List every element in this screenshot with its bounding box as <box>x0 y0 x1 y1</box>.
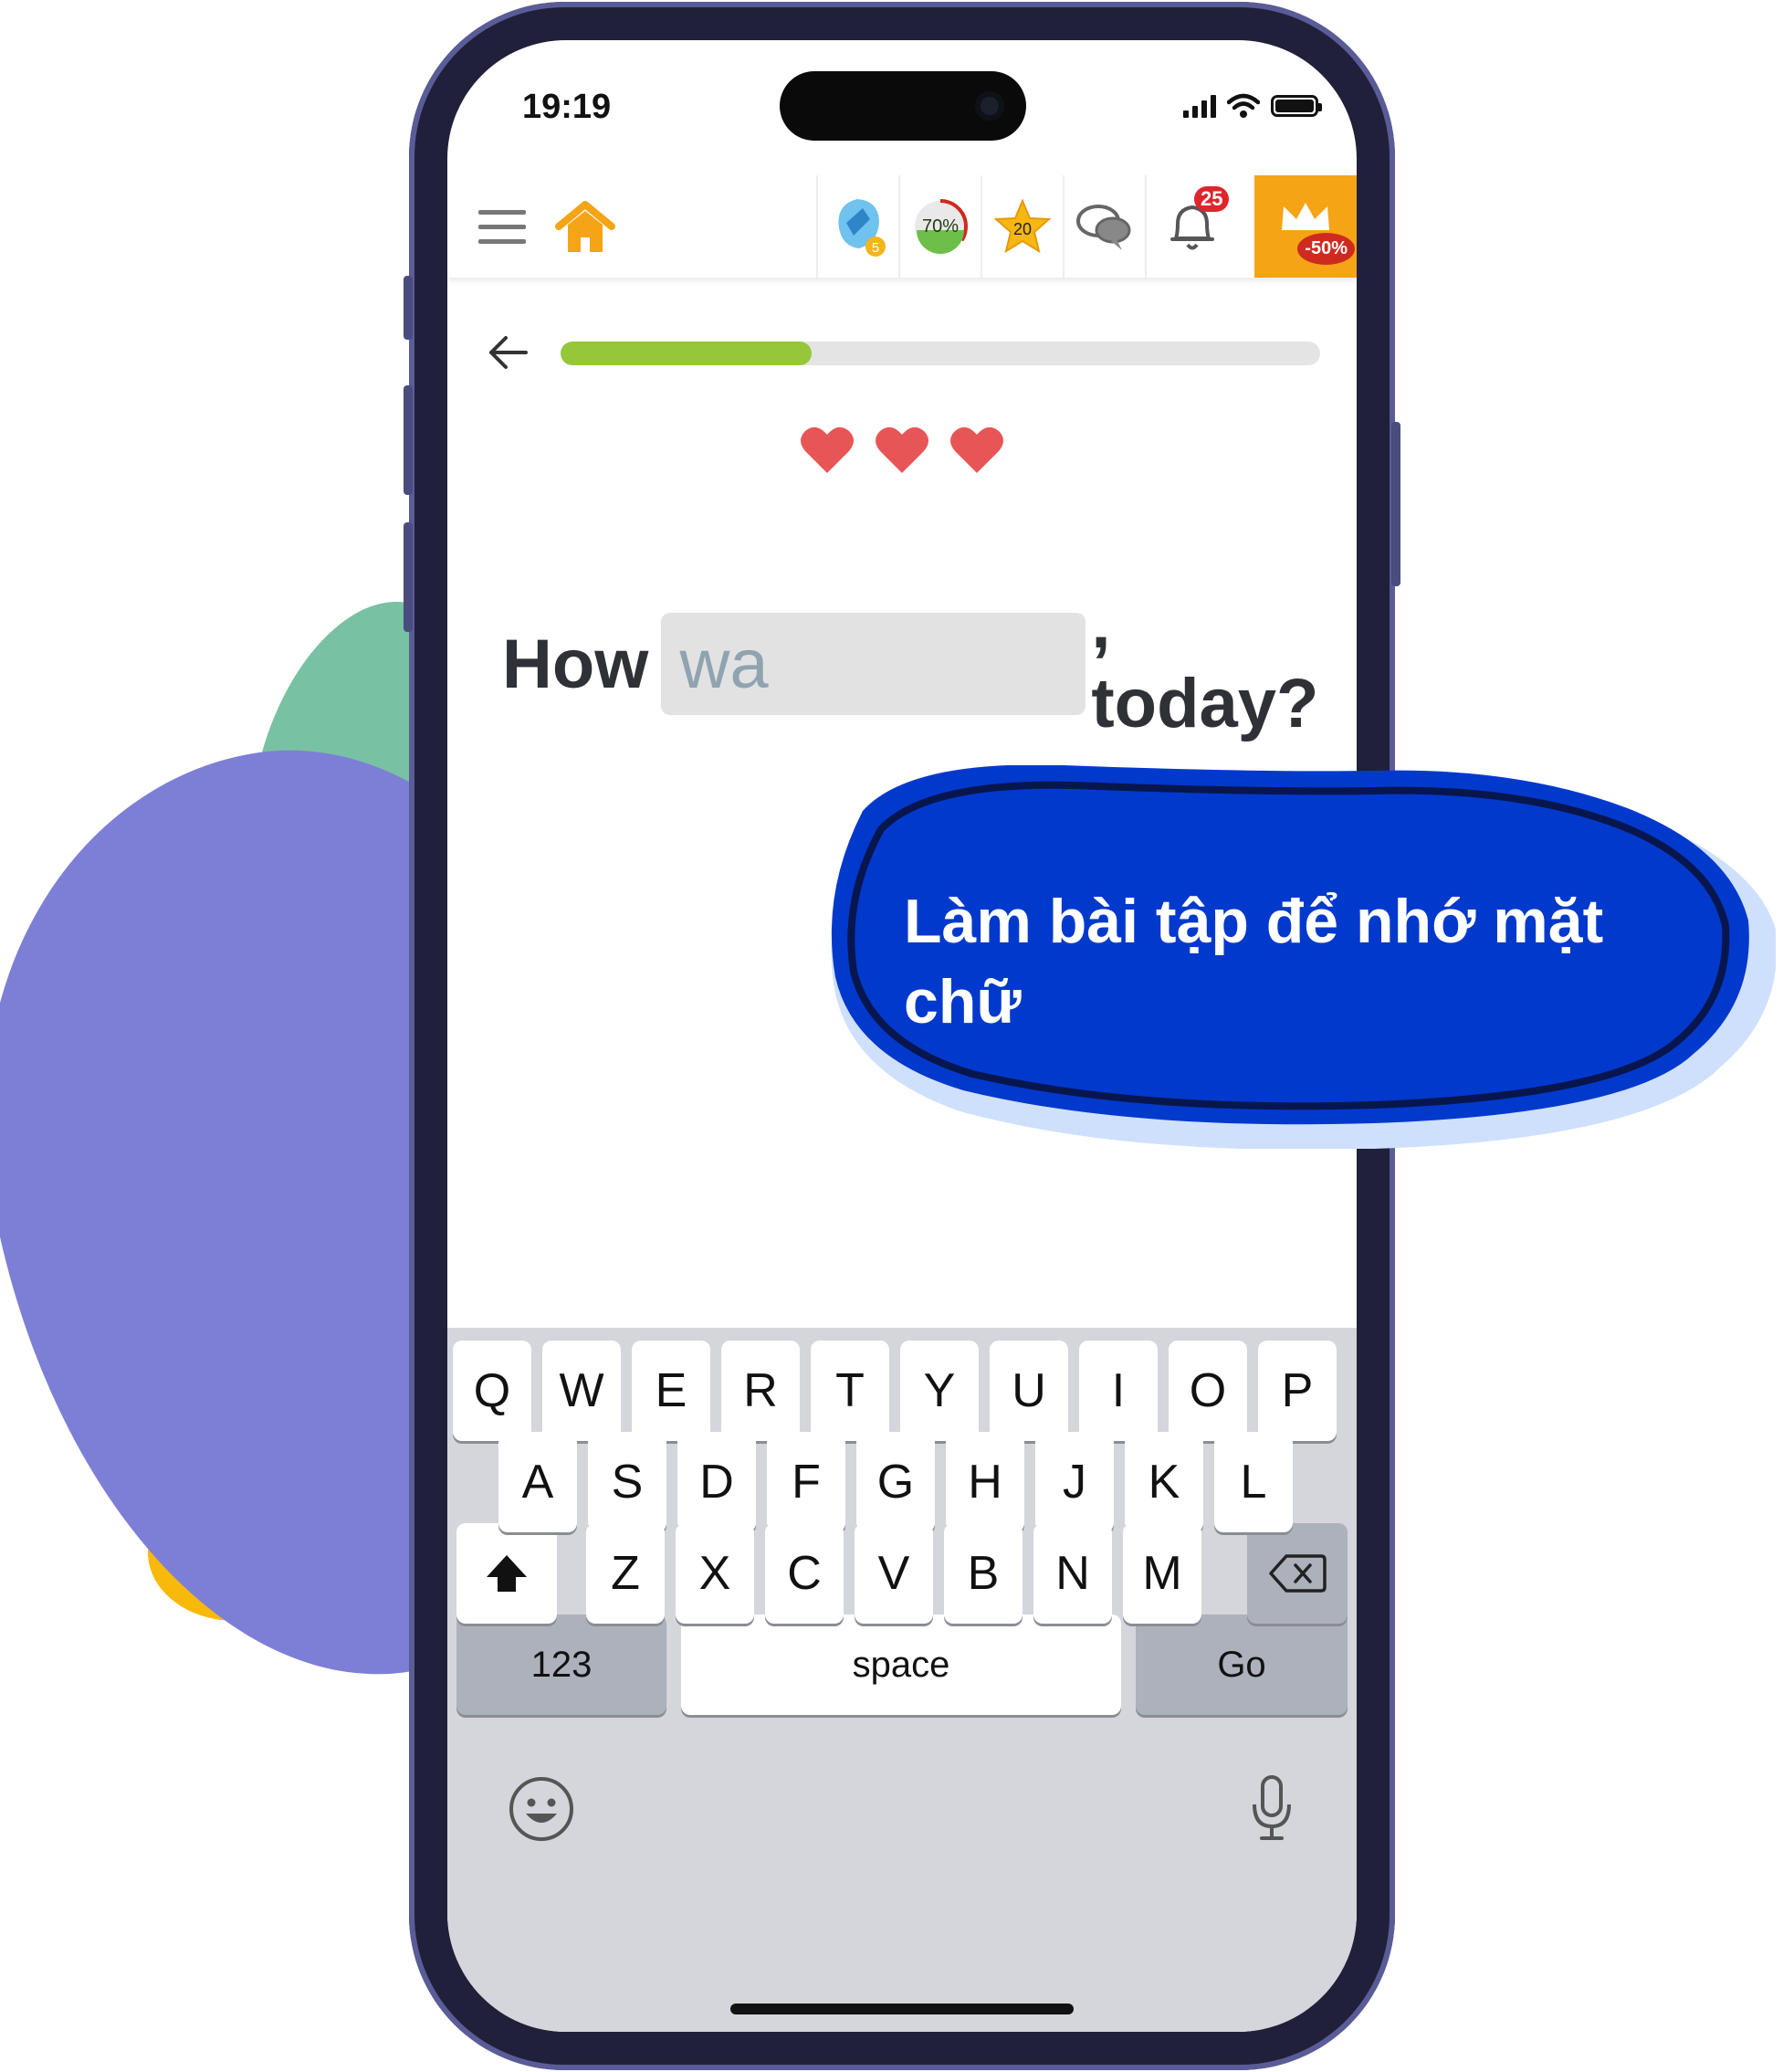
key-x[interactable]: X <box>676 1523 754 1624</box>
svg-text:70%: 70% <box>922 216 959 237</box>
shift-icon <box>487 1555 527 1592</box>
progress-ring-icon: 70% <box>913 199 968 254</box>
home-icon[interactable] <box>555 199 615 256</box>
key-r[interactable]: R <box>721 1341 800 1441</box>
key-d[interactable]: D <box>677 1432 756 1532</box>
microphone-icon[interactable] <box>1249 1773 1295 1843</box>
exercise-sentence: How , today? <box>502 584 1357 743</box>
onscreen-keyboard: 123 space Go Q W E R T Y U I O P A S D F… <box>447 1328 1357 2032</box>
heart-icon <box>801 426 854 473</box>
app-bar: 5 70% 20 25 -50% <box>447 175 1357 278</box>
emoji-icon[interactable] <box>508 1775 575 1843</box>
answer-blank[interactable] <box>661 613 1086 715</box>
key-a[interactable]: A <box>498 1432 577 1532</box>
lives-hearts <box>800 424 1004 475</box>
space-key[interactable]: space <box>681 1614 1121 1715</box>
key-m[interactable]: M <box>1123 1523 1201 1624</box>
star-icon: 20 <box>993 198 1052 254</box>
key-e[interactable]: E <box>632 1341 710 1441</box>
chat-button[interactable] <box>1063 175 1145 278</box>
discount-badge: -50% <box>1297 233 1355 265</box>
status-time: 19:19 <box>522 88 612 126</box>
power-button <box>1391 422 1400 586</box>
key-u[interactable]: U <box>990 1341 1068 1441</box>
camera-icon <box>975 91 1004 121</box>
go-key[interactable]: Go <box>1136 1614 1348 1715</box>
key-l[interactable]: L <box>1214 1432 1293 1532</box>
key-v[interactable]: V <box>855 1523 933 1624</box>
heart-icon <box>950 426 1003 473</box>
key-f[interactable]: F <box>767 1432 845 1532</box>
svg-text:5: 5 <box>872 240 879 256</box>
heart-icon <box>876 426 928 473</box>
svg-text:20: 20 <box>1013 220 1032 238</box>
crown-icon <box>1282 203 1329 230</box>
back-arrow-icon[interactable] <box>486 334 530 371</box>
answer-input[interactable] <box>677 623 1086 705</box>
dynamic-island <box>780 71 1026 141</box>
key-t[interactable]: T <box>811 1341 889 1441</box>
menu-icon[interactable] <box>478 210 526 247</box>
shift-key[interactable] <box>456 1523 557 1624</box>
battery-icon <box>1271 95 1322 117</box>
volume-down-button <box>404 522 413 632</box>
numbers-key[interactable]: 123 <box>456 1614 666 1715</box>
volume-up-button <box>404 385 413 495</box>
cellular-signal-icon <box>1183 94 1216 118</box>
premium-promo-button[interactable]: -50% <box>1254 175 1357 278</box>
mute-switch <box>404 276 413 340</box>
backspace-icon <box>1269 1554 1327 1593</box>
key-b[interactable]: B <box>944 1523 1023 1624</box>
sentence-before: How <box>502 625 649 703</box>
lesson-progress-fill <box>561 342 812 365</box>
callout-text: Làm bài tập để nhớ mặt chữ <box>904 887 1604 1036</box>
key-y[interactable]: Y <box>900 1341 979 1441</box>
key-s[interactable]: S <box>588 1432 666 1532</box>
key-q[interactable]: Q <box>453 1341 531 1441</box>
status-icons <box>1183 93 1322 119</box>
key-k[interactable]: K <box>1125 1432 1203 1532</box>
lesson-progress-bar <box>561 342 1320 365</box>
key-j[interactable]: J <box>1035 1432 1114 1532</box>
backspace-key[interactable] <box>1247 1523 1348 1624</box>
key-o[interactable]: O <box>1169 1341 1247 1441</box>
key-c[interactable]: C <box>765 1523 844 1624</box>
sentence-after: , today? <box>1091 585 1319 742</box>
crystal-gems-button[interactable]: 5 <box>816 175 898 278</box>
notification-count-badge: 25 <box>1194 186 1230 212</box>
key-z[interactable]: Z <box>586 1523 665 1624</box>
stars-button[interactable]: 20 <box>981 175 1063 278</box>
progress-ring-button[interactable]: 70% <box>898 175 981 278</box>
key-g[interactable]: G <box>856 1432 935 1532</box>
key-n[interactable]: N <box>1033 1523 1112 1624</box>
home-indicator[interactable] <box>730 2004 1074 2014</box>
notifications-button[interactable]: 25 <box>1145 175 1238 278</box>
key-h[interactable]: H <box>946 1432 1024 1532</box>
key-w[interactable]: W <box>542 1341 621 1441</box>
wifi-icon <box>1227 93 1260 118</box>
crystal-icon: 5 <box>838 199 886 257</box>
chat-icon <box>1076 205 1131 250</box>
key-p[interactable]: P <box>1258 1341 1337 1441</box>
key-i[interactable]: I <box>1079 1341 1158 1441</box>
